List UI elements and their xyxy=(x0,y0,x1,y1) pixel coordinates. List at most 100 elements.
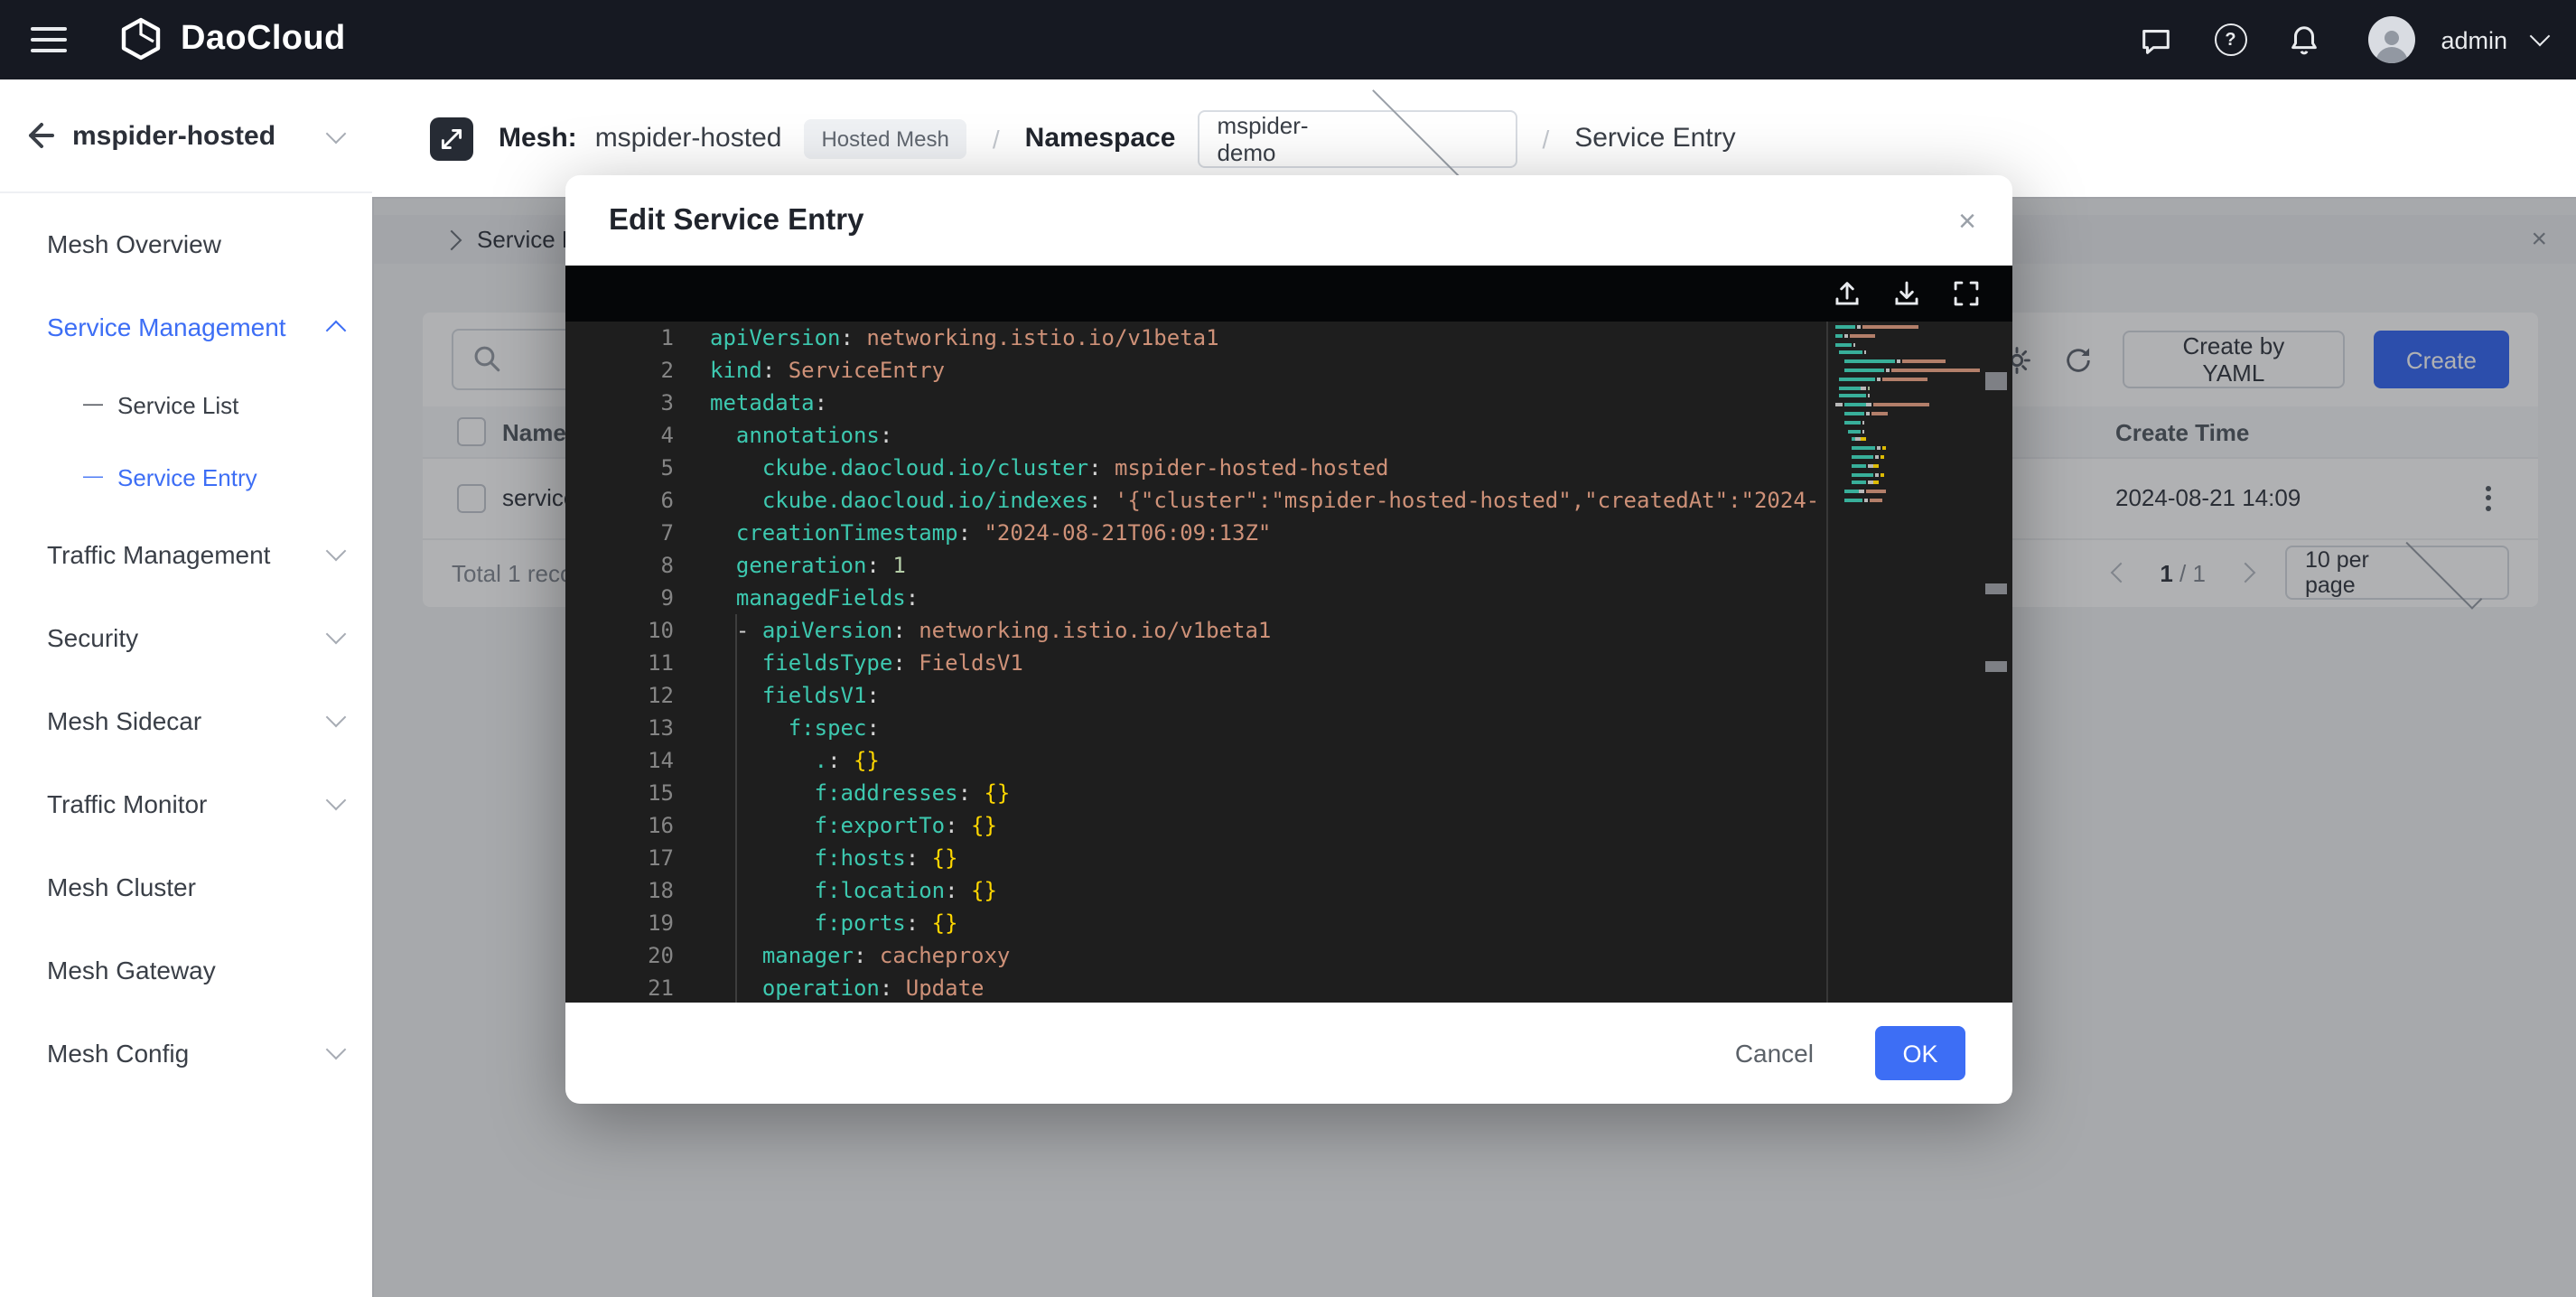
code-text: .: {} xyxy=(674,744,880,777)
minimap-line xyxy=(1834,481,1980,485)
sidebar-item-label: Service Management xyxy=(47,313,286,341)
editor-toolbar xyxy=(565,266,2012,322)
editor-scrollbar[interactable] xyxy=(1980,322,2012,1003)
topbar: DaoCloud admin xyxy=(0,0,2576,79)
menu-icon[interactable] xyxy=(31,27,67,52)
sidebar-item-traffic-monitor[interactable]: Traffic Monitor xyxy=(0,762,372,845)
mesh-selector[interactable]: mspider-hosted xyxy=(0,79,372,193)
line-number: 5 xyxy=(565,452,674,484)
minimap-line xyxy=(1834,464,1980,468)
minimap-line xyxy=(1834,334,1980,338)
editor-body[interactable]: 1apiVersion: networking.istio.io/v1beta1… xyxy=(565,322,2012,1003)
sub-item-bullet: — xyxy=(83,394,103,415)
line-number: 2 xyxy=(565,354,674,387)
mesh-selector-label: mspider-hosted xyxy=(72,120,329,151)
edit-service-entry-modal: Edit Service Entry × 1apiVersion: networ… xyxy=(565,175,2012,1104)
mesh-name-value: mspider-hosted xyxy=(595,123,782,154)
minimap-line xyxy=(1834,395,1980,398)
code-lines[interactable]: 1apiVersion: networking.istio.io/v1beta1… xyxy=(565,322,1826,1003)
line-number: 17 xyxy=(565,842,674,874)
help-icon[interactable] xyxy=(2213,23,2247,57)
minimap-line xyxy=(1834,369,1980,372)
hosted-mesh-badge: Hosted Mesh xyxy=(803,118,966,158)
line-number: 18 xyxy=(565,874,674,907)
chevron-down-icon xyxy=(1372,80,1482,191)
line-number: 14 xyxy=(565,744,674,777)
code-text: apiVersion: networking.istio.io/v1beta1 xyxy=(674,322,1219,354)
sidebar: mspider-hosted Mesh Overview Service Mana… xyxy=(0,79,374,1297)
fullscreen-icon[interactable] xyxy=(1949,277,1982,310)
line-number: 21 xyxy=(565,972,674,1003)
code-line: 7 creationTimestamp: "2024-08-21T06:09:1… xyxy=(565,517,1826,549)
code-text: kind: ServiceEntry xyxy=(674,354,945,387)
sidebar-item-mesh-config[interactable]: Mesh Config xyxy=(0,1012,372,1095)
daocloud-logo-icon xyxy=(117,16,164,63)
code-text: fieldsV1: xyxy=(674,679,880,712)
cancel-button[interactable]: Cancel xyxy=(1724,1037,1825,1069)
user-avatar[interactable] xyxy=(2368,16,2415,63)
code-line: 20 manager: cacheproxy xyxy=(565,939,1826,972)
sidebar-item-mesh-overview[interactable]: Mesh Overview xyxy=(0,202,372,285)
sidebar-item-service-management[interactable]: Service Management xyxy=(0,285,372,369)
minimap-line xyxy=(1834,438,1980,442)
breadcrumb-separator: / xyxy=(993,124,1000,153)
code-text: - apiVersion: networking.istio.io/v1beta… xyxy=(674,614,1271,647)
line-number: 15 xyxy=(565,777,674,809)
sidebar-item-label: Service List xyxy=(117,391,238,418)
modal-header: Edit Service Entry × xyxy=(565,175,2012,266)
line-number: 4 xyxy=(565,419,674,452)
minimap-line xyxy=(1834,342,1980,346)
download-icon[interactable] xyxy=(1890,277,1922,310)
upload-icon[interactable] xyxy=(1830,277,1862,310)
code-text: ckube.daocloud.io/cluster: mspider-hoste… xyxy=(674,452,1388,484)
chat-icon[interactable] xyxy=(2139,23,2173,57)
sidebar-item-label: Mesh Sidecar xyxy=(47,706,201,735)
code-text: metadata: xyxy=(674,387,827,419)
line-number: 19 xyxy=(565,907,674,939)
code-line: 11 fieldsType: FieldsV1 xyxy=(565,647,1826,679)
sidebar-item-label: Service Entry xyxy=(117,463,257,490)
sidebar-item-traffic-management[interactable]: Traffic Management xyxy=(0,513,372,596)
editor-minimap[interactable] xyxy=(1826,322,1980,1003)
sidebar-item-label: Mesh Overview xyxy=(47,229,221,258)
sidebar-item-label: Traffic Monitor xyxy=(47,789,207,818)
namespace-select-value: mspider-demo xyxy=(1217,111,1356,165)
sidebar-item-service-list[interactable]: — Service List xyxy=(0,369,372,441)
code-text: f:location: {} xyxy=(674,874,997,907)
modal-footer: Cancel OK xyxy=(565,1003,2012,1104)
line-number: 7 xyxy=(565,517,674,549)
code-text: f:ports: {} xyxy=(674,907,958,939)
minimap-line xyxy=(1834,499,1980,502)
close-icon[interactable]: × xyxy=(1958,205,1976,236)
chevron-down-icon xyxy=(326,1040,347,1060)
minimap-line xyxy=(1834,446,1980,450)
application-window: DaoCloud admin mspider-hosted Mesh O xyxy=(0,0,2576,1297)
minimap-line xyxy=(1834,421,1980,425)
sidebar-item-mesh-sidecar[interactable]: Mesh Sidecar xyxy=(0,679,372,762)
code-text: creationTimestamp: "2024-08-21T06:09:13Z… xyxy=(674,517,1271,549)
sidebar-item-mesh-gateway[interactable]: Mesh Gateway xyxy=(0,928,372,1012)
code-line: 15 f:addresses: {} xyxy=(565,777,1826,809)
mesh-label: Mesh: xyxy=(499,123,577,154)
modal-title: Edit Service Entry xyxy=(609,203,1958,238)
minimap-line xyxy=(1834,403,1980,406)
code-line: 5 ckube.daocloud.io/cluster: mspider-hos… xyxy=(565,452,1826,484)
sidebar-item-service-entry[interactable]: —Service Entry xyxy=(0,441,372,513)
code-line: 8 generation: 1 xyxy=(565,549,1826,582)
namespace-select[interactable]: mspider-demo xyxy=(1197,109,1517,167)
bell-icon[interactable] xyxy=(2287,23,2321,57)
code-line: 3metadata: xyxy=(565,387,1826,419)
sidebar-item-mesh-cluster[interactable]: Mesh Cluster xyxy=(0,845,372,928)
code-text: operation: Update xyxy=(674,972,985,1003)
line-number: 13 xyxy=(565,712,674,744)
username[interactable]: admin xyxy=(2441,26,2507,53)
sidebar-item-security[interactable]: Security xyxy=(0,596,372,679)
sidebar-item-label: Mesh Config xyxy=(47,1039,189,1068)
code-line: 6 ckube.daocloud.io/indexes: '{"cluster"… xyxy=(565,484,1826,517)
user-chevron-down-icon[interactable] xyxy=(2530,26,2551,47)
topbar-actions: admin xyxy=(2139,0,2547,79)
ok-button[interactable]: OK xyxy=(1875,1026,1965,1080)
back-arrow-icon[interactable] xyxy=(18,116,58,155)
line-number: 16 xyxy=(565,809,674,842)
yaml-editor: 1apiVersion: networking.istio.io/v1beta1… xyxy=(565,266,2012,1003)
